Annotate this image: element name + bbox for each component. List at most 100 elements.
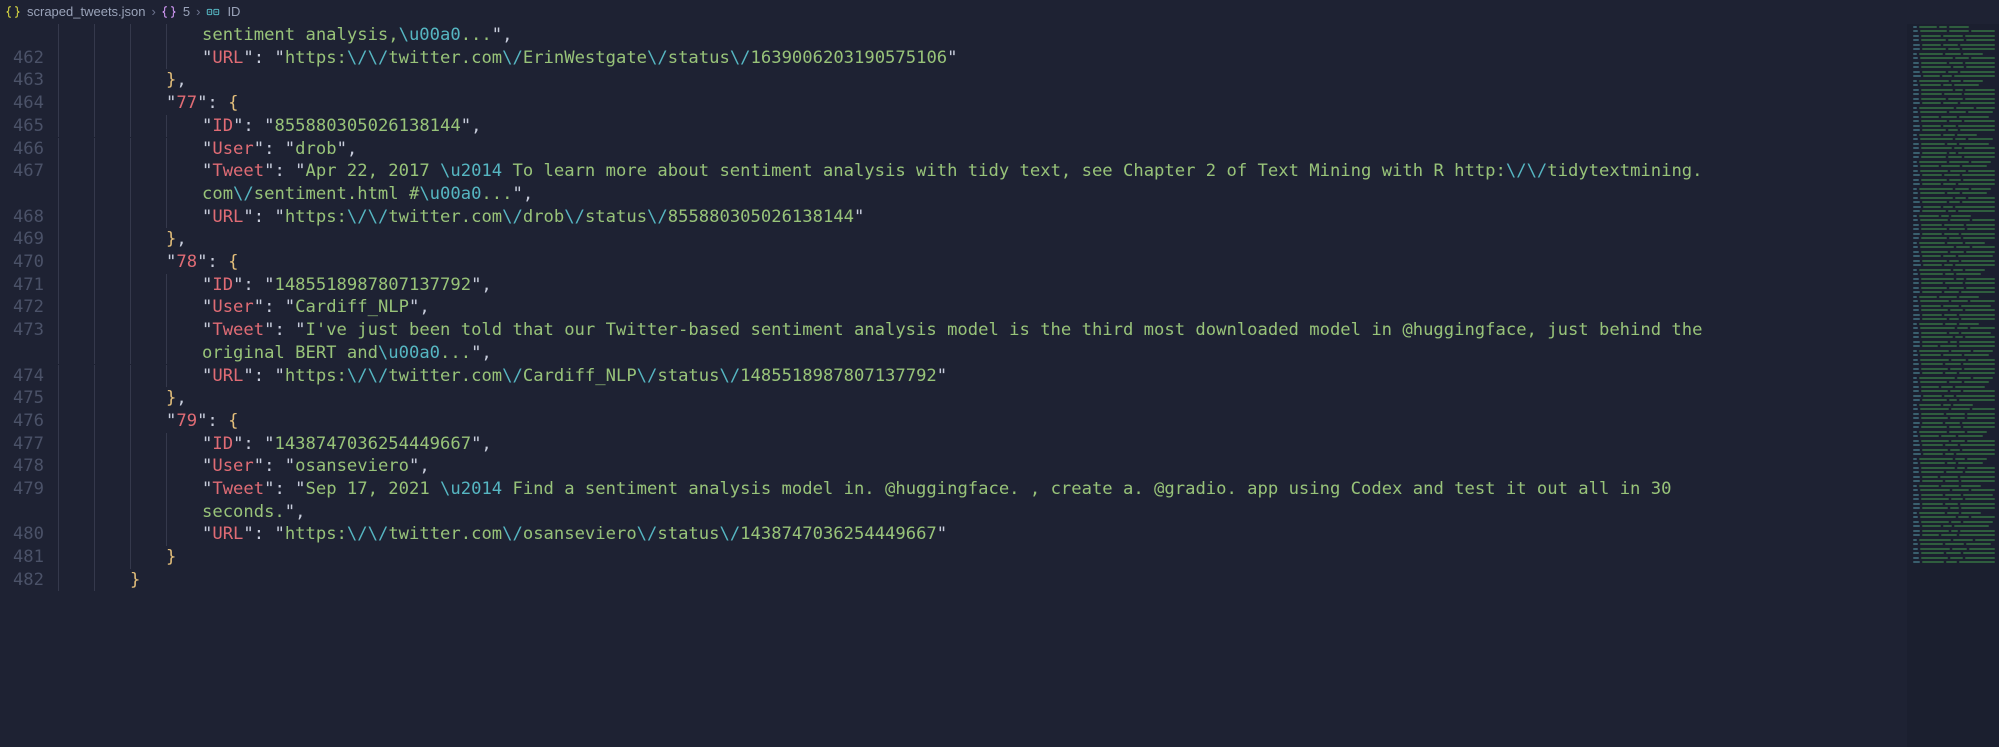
code-line[interactable]: 469}, xyxy=(0,228,1907,251)
code-content[interactable]: "ID": "1438747036254449667", xyxy=(202,433,1907,456)
line-number: 474 xyxy=(0,365,58,388)
indent-guides xyxy=(58,206,202,229)
indent-guides xyxy=(58,319,202,342)
indent-guides xyxy=(58,183,202,206)
indent-guides xyxy=(58,478,202,501)
line-number: 462 xyxy=(0,47,58,70)
line-number: 467 xyxy=(0,160,58,183)
line-number: 471 xyxy=(0,274,58,297)
indent-guides xyxy=(58,365,202,388)
breadcrumb-file[interactable]: scraped_tweets.json xyxy=(27,3,146,20)
minimap[interactable] xyxy=(1907,24,1999,747)
indent-guides xyxy=(58,138,202,161)
code-line[interactable]: 479 "Tweet": "Sep 17, 2021 \u2014 Find a … xyxy=(0,478,1907,501)
code-line[interactable]: 477 "ID": "1438747036254449667", xyxy=(0,433,1907,456)
code-content[interactable]: "URL": "https:\/\/twitter.com\/drob\/sta… xyxy=(202,206,1907,229)
code-content[interactable]: } xyxy=(130,569,1907,592)
line-number: 473 xyxy=(0,319,58,342)
code-line[interactable]: 463}, xyxy=(0,69,1907,92)
code-line[interactable]: 464 "77": { xyxy=(0,92,1907,115)
indent-guides xyxy=(58,410,166,433)
code-line[interactable]: 466 "User": "drob", xyxy=(0,138,1907,161)
code-line[interactable]: 465 "ID": "855880305026138144", xyxy=(0,115,1907,138)
code-line[interactable]: 470 "78": { xyxy=(0,251,1907,274)
code-content[interactable]: "User": "Cardiff_NLP", xyxy=(202,296,1907,319)
code-content[interactable]: "78": { xyxy=(166,251,1907,274)
indent-guides xyxy=(58,24,202,47)
code-line[interactable]: 480 "URL": "https:\/\/twitter.com\/osanse… xyxy=(0,523,1907,546)
code-content[interactable]: "ID": "1485518987807137792", xyxy=(202,274,1907,297)
chevron-right-icon: › xyxy=(194,3,202,20)
code-content[interactable]: seconds.", xyxy=(202,501,1907,524)
line-number: 468 xyxy=(0,206,58,229)
breadcrumb-path-2[interactable]: ID xyxy=(227,3,240,20)
breadcrumb[interactable]: scraped_tweets.json › 5 › ID xyxy=(0,0,1999,24)
code-content[interactable]: "Tweet": "Apr 22, 2017 \u2014 To learn m… xyxy=(202,160,1907,183)
indent-guides xyxy=(58,296,202,319)
indent-guides xyxy=(58,115,202,138)
code-content[interactable]: "User": "osanseviero", xyxy=(202,455,1907,478)
breadcrumb-path-1[interactable]: 5 xyxy=(183,3,190,20)
line-number: 479 xyxy=(0,478,58,501)
line-number: 481 xyxy=(0,546,58,569)
indent-guides xyxy=(58,228,166,251)
code-line[interactable]: 476"79": { xyxy=(0,410,1907,433)
line-number: 463 xyxy=(0,69,58,92)
code-line[interactable]: 462 "URL": "https:\/\/twitter.com\/ErinWe… xyxy=(0,47,1907,70)
code-content[interactable]: }, xyxy=(166,387,1907,410)
indent-guides xyxy=(58,47,202,70)
line-number: 480 xyxy=(0,523,58,546)
code-line[interactable]: 474 "URL": "https:\/\/twitter.com\/Cardif… xyxy=(0,365,1907,388)
code-line[interactable]: 475}, xyxy=(0,387,1907,410)
code-content[interactable]: } xyxy=(166,546,1907,569)
code-content[interactable]: "URL": "https:\/\/twitter.com\/Cardiff_N… xyxy=(202,365,1907,388)
code-content[interactable]: "URL": "https:\/\/twitter.com\/ErinWestg… xyxy=(202,47,1907,70)
code-content[interactable]: sentiment analysis,\u00a0...", xyxy=(202,24,1907,47)
code-line[interactable]: seconds.", xyxy=(0,501,1907,524)
code-line[interactable]: sentiment analysis,\u00a0...", xyxy=(0,24,1907,47)
code-content[interactable]: "ID": "855880305026138144", xyxy=(202,115,1907,138)
code-line[interactable]: 482} xyxy=(0,569,1907,592)
code-line[interactable]: 478 "User": "osanseviero", xyxy=(0,455,1907,478)
indent-guides xyxy=(58,546,166,569)
code-line[interactable]: 468 "URL": "https:\/\/twitter.com\/drob\/… xyxy=(0,206,1907,229)
indent-guides xyxy=(58,274,202,297)
json-object-icon xyxy=(162,5,176,19)
code-content[interactable]: com\/sentiment.html #\u00a0...", xyxy=(202,183,1907,206)
code-content[interactable]: original BERT and\u00a0...", xyxy=(202,342,1907,365)
code-line[interactable]: 467 "Tweet": "Apr 22, 2017 \u2014 To lear… xyxy=(0,160,1907,183)
code-content[interactable]: }, xyxy=(166,69,1907,92)
code-line[interactable]: 472 "User": "Cardiff_NLP", xyxy=(0,296,1907,319)
code-line[interactable]: 481} xyxy=(0,546,1907,569)
line-number: 478 xyxy=(0,455,58,478)
code-content[interactable]: "Tweet": "I've just been told that our T… xyxy=(202,319,1907,342)
json-string-icon xyxy=(206,5,220,19)
indent-guides xyxy=(58,69,166,92)
code-line[interactable]: original BERT and\u00a0...", xyxy=(0,342,1907,365)
code-content[interactable]: "77": { xyxy=(166,92,1907,115)
code-editor[interactable]: sentiment analysis,\u00a0...", 462 "URL": … xyxy=(0,24,1907,747)
indent-guides xyxy=(58,569,130,592)
code-content[interactable]: "URL": "https:\/\/twitter.com\/osansevie… xyxy=(202,523,1907,546)
code-line[interactable]: 471 "ID": "1485518987807137792", xyxy=(0,274,1907,297)
line-number: 475 xyxy=(0,387,58,410)
chevron-right-icon: › xyxy=(150,3,158,20)
indent-guides xyxy=(58,387,166,410)
code-content[interactable]: "User": "drob", xyxy=(202,138,1907,161)
line-number: 466 xyxy=(0,138,58,161)
code-line[interactable]: com\/sentiment.html #\u00a0...", xyxy=(0,183,1907,206)
line-number: 472 xyxy=(0,296,58,319)
line-number: 477 xyxy=(0,433,58,456)
code-content[interactable]: "Tweet": "Sep 17, 2021 \u2014 Find a sen… xyxy=(202,478,1907,501)
indent-guides xyxy=(58,433,202,456)
code-line[interactable]: 473 "Tweet": "I've just been told that ou… xyxy=(0,319,1907,342)
indent-guides xyxy=(58,523,202,546)
indent-guides xyxy=(58,342,202,365)
indent-guides xyxy=(58,501,202,524)
line-number: 464 xyxy=(0,92,58,115)
line-number: 470 xyxy=(0,251,58,274)
code-content[interactable]: }, xyxy=(166,228,1907,251)
line-number: 465 xyxy=(0,115,58,138)
indent-guides xyxy=(58,160,202,183)
code-content[interactable]: "79": { xyxy=(166,410,1907,433)
